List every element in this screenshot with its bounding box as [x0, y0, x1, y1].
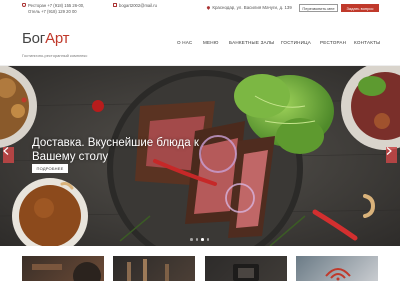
email-text[interactable]: bogart2002@mail.ru — [119, 3, 157, 8]
phone-icon — [22, 3, 26, 7]
phone-restaurant-text[interactable]: Ресторан +7 (918) 155 26-00, — [28, 3, 84, 8]
phone-spacer — [22, 9, 26, 13]
address: Краснодар, ул. Василия Мачуги, д. 139 — [206, 5, 292, 11]
slider-next-button[interactable] — [386, 147, 397, 163]
address-text: Краснодар, ул. Василия Мачуги, д. 139 — [212, 5, 292, 10]
email-block[interactable]: bogart2002@mail.ru — [113, 2, 157, 8]
nav-item-banquet[interactable]: БАНКЕТНЫЕ ЗАЛЫ — [229, 40, 274, 45]
nav-item-restaurant[interactable]: РЕСТОРАН — [320, 40, 346, 45]
nav-item-about[interactable]: О НАС — [177, 40, 192, 45]
card-image-2 — [127, 259, 169, 281]
map-pin-icon — [206, 5, 212, 11]
phones-block: Ресторан +7 (918) 155 26-00, Отель +7 (9… — [22, 2, 84, 14]
phone-hotel[interactable]: Отель +7 (918) 129 20 00 — [22, 8, 84, 14]
slider-dot[interactable] — [195, 238, 199, 241]
main-nav: О НАС МЕНЮ БАНКЕТНЫЕ ЗАЛЫ ГОСТИНИЦА РЕСТ… — [0, 40, 400, 48]
site-header: БогАрт Гостинично-ресторанный комплекс О… — [0, 16, 400, 66]
hero-more-button[interactable]: ПОДРОБНЕЕ — [32, 164, 68, 173]
chevron-right-icon — [386, 147, 392, 155]
feature-card-4[interactable] — [296, 256, 378, 281]
slider-prev-button[interactable] — [3, 147, 14, 163]
callback-button[interactable]: Перезвонить мне — [299, 4, 338, 12]
hero-slider[interactable]: Доставка. Вкуснейшие блюда к Вашему стол… — [0, 66, 400, 246]
phone-hotel-text[interactable]: Отель +7 (918) 129 20 00 — [28, 9, 77, 14]
feature-cards — [0, 246, 400, 281]
slider-dot[interactable] — [206, 238, 210, 241]
card-image-3 — [233, 264, 259, 281]
nav-item-hotel[interactable]: ГОСТИНИЦА — [281, 40, 311, 45]
hero-title: Доставка. Вкуснейшие блюда к Вашему стол… — [32, 137, 199, 163]
feature-card-1[interactable] — [22, 256, 104, 281]
mail-icon — [113, 3, 117, 7]
nav-item-contacts[interactable]: КОНТАКТЫ — [354, 40, 380, 45]
tagline: Гостинично-ресторанный комплекс — [22, 53, 88, 58]
phone-restaurant[interactable]: Ресторан +7 (918) 155 26-00, — [22, 2, 84, 8]
slider-dots — [190, 238, 210, 241]
chevron-left-icon — [3, 147, 9, 155]
card-image-4 — [325, 268, 351, 281]
slider-dot[interactable] — [190, 238, 193, 241]
card-image-1 — [32, 262, 101, 281]
feature-card-3[interactable] — [205, 256, 287, 281]
slider-dot[interactable] — [201, 238, 204, 241]
top-bar: Ресторан +7 (918) 155 26-00, Отель +7 (9… — [0, 0, 400, 16]
ask-question-button[interactable]: Задать вопрос — [341, 4, 379, 12]
nav-item-menu[interactable]: МЕНЮ — [203, 40, 219, 45]
feature-card-2[interactable] — [113, 256, 195, 281]
